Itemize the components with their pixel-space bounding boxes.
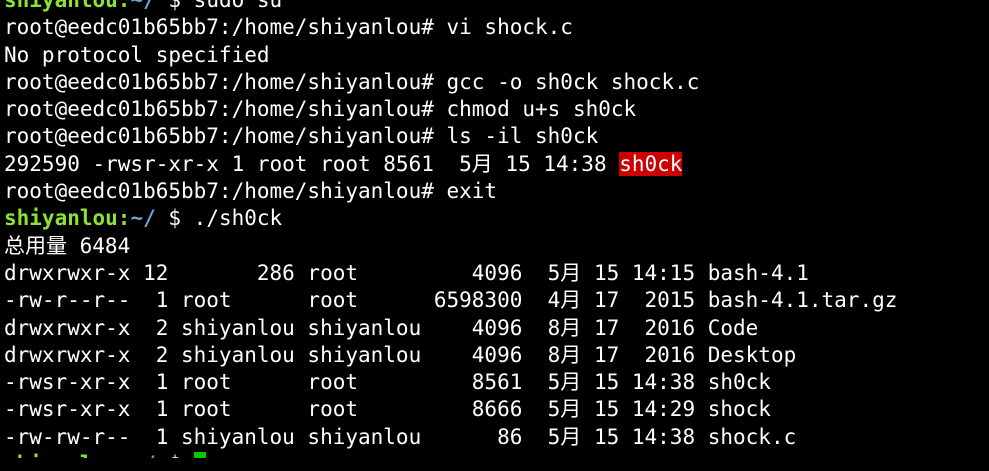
terminal-line: 总用量 6484 bbox=[4, 233, 989, 260]
prompt-path: ~/ bbox=[130, 0, 156, 12]
terminal-text: drwxrwxr-x 2 shiyanlou shiyanlou 4096 8月… bbox=[4, 315, 759, 340]
terminal-line: drwxrwxr-x 2 shiyanlou shiyanlou 4096 8月… bbox=[4, 342, 989, 369]
terminal-line: root@eedc01b65bb7:/home/shiyanlou# gcc -… bbox=[4, 69, 989, 96]
prompt-user: : bbox=[118, 452, 131, 458]
terminal-line: -rwsr-xr-x 1 root root 8561 5月 15 14:38 … bbox=[4, 369, 989, 396]
terminal-text: drwxrwxr-x 12 286 root 4096 5月 15 14:15 … bbox=[4, 260, 809, 285]
terminal-line: drwxrwxr-x 12 286 root 4096 5月 15 14:15 … bbox=[4, 260, 989, 287]
terminal-text: -rw-r--r-- 1 root root 6598300 4月 17 201… bbox=[4, 288, 898, 313]
terminal-line: 292590 -rwsr-xr-x 1 root root 8561 5月 15… bbox=[4, 151, 989, 178]
terminal-line: shiyanlou:~/ $ ./sh0ck bbox=[4, 205, 989, 232]
terminal-text: $ bbox=[156, 452, 194, 458]
terminal-line: -rw-rw-r-- 1 shiyanlou shiyanlou 86 5月 1… bbox=[4, 424, 989, 451]
terminal-text: $ ./sh0ck bbox=[155, 206, 283, 231]
terminal-text: 总用量 6484 bbox=[4, 233, 131, 258]
terminal-text: -rwsr-xr-x 1 root root 8666 5月 15 14:29 … bbox=[4, 397, 771, 422]
terminal-line: shiyanlou:~/ $ bbox=[4, 451, 989, 458]
terminal-line: No protocol specified bbox=[4, 42, 989, 69]
terminal-text: root@eedc01b65bb7:/home/shiyanlou# ls -i… bbox=[4, 124, 599, 149]
terminal-text: -rwsr-xr-x 1 root root 8561 5月 15 14:38 … bbox=[4, 370, 771, 395]
prompt-user: shiyanlou bbox=[4, 206, 118, 231]
terminal-text: root@eedc01b65bb7:/home/shiyanlou# vi sh… bbox=[4, 15, 573, 40]
terminal-line: root@eedc01b65bb7:/home/shiyanlou# chmod… bbox=[4, 96, 989, 123]
terminal-line: -rw-r--r-- 1 root root 6598300 4月 17 201… bbox=[4, 287, 989, 314]
terminal-text: 292590 -rwsr-xr-x 1 root root 8561 5月 15… bbox=[4, 151, 620, 176]
terminal-text: No protocol specified bbox=[4, 42, 270, 67]
prompt-user: shiyanlou bbox=[4, 452, 118, 458]
terminal-text: root@eedc01b65bb7:/home/shiyanlou# gcc -… bbox=[4, 69, 700, 94]
prompt-user: shiyanlou bbox=[4, 0, 118, 12]
terminal-text: root@eedc01b65bb7:/home/shiyanlou# chmod… bbox=[4, 97, 637, 122]
terminal-window[interactable]: shiyanlou:~/ $ sudo su root@eedc01b65bb7:… bbox=[0, 0, 989, 458]
terminal-text: -rw-rw-r-- 1 shiyanlou shiyanlou 86 5月 1… bbox=[4, 424, 797, 449]
terminal-line: shiyanlou:~/ $ sudo su bbox=[4, 0, 989, 14]
prompt-path: ~/ bbox=[130, 452, 155, 458]
highlighted-filename: sh0ck bbox=[619, 151, 683, 176]
terminal-line: root@eedc01b65bb7:/home/shiyanlou# exit bbox=[4, 178, 989, 205]
terminal-text: $ sudo su bbox=[155, 0, 283, 12]
terminal-line: drwxrwxr-x 2 shiyanlou shiyanlou 4096 8月… bbox=[4, 315, 989, 342]
terminal-text: drwxrwxr-x 2 shiyanlou shiyanlou 4096 8月… bbox=[4, 342, 797, 367]
terminal-line: root@eedc01b65bb7:/home/shiyanlou# ls -i… bbox=[4, 123, 989, 150]
prompt-path: ~/ bbox=[130, 206, 156, 231]
terminal-text: root@eedc01b65bb7:/home/shiyanlou# exit bbox=[4, 179, 498, 204]
terminal-line: root@eedc01b65bb7:/home/shiyanlou# vi sh… bbox=[4, 14, 989, 41]
terminal-line: -rwsr-xr-x 1 root root 8666 5月 15 14:29 … bbox=[4, 396, 989, 423]
text-cursor bbox=[193, 452, 206, 458]
prompt-user: : bbox=[117, 0, 131, 12]
prompt-user: : bbox=[117, 206, 131, 231]
